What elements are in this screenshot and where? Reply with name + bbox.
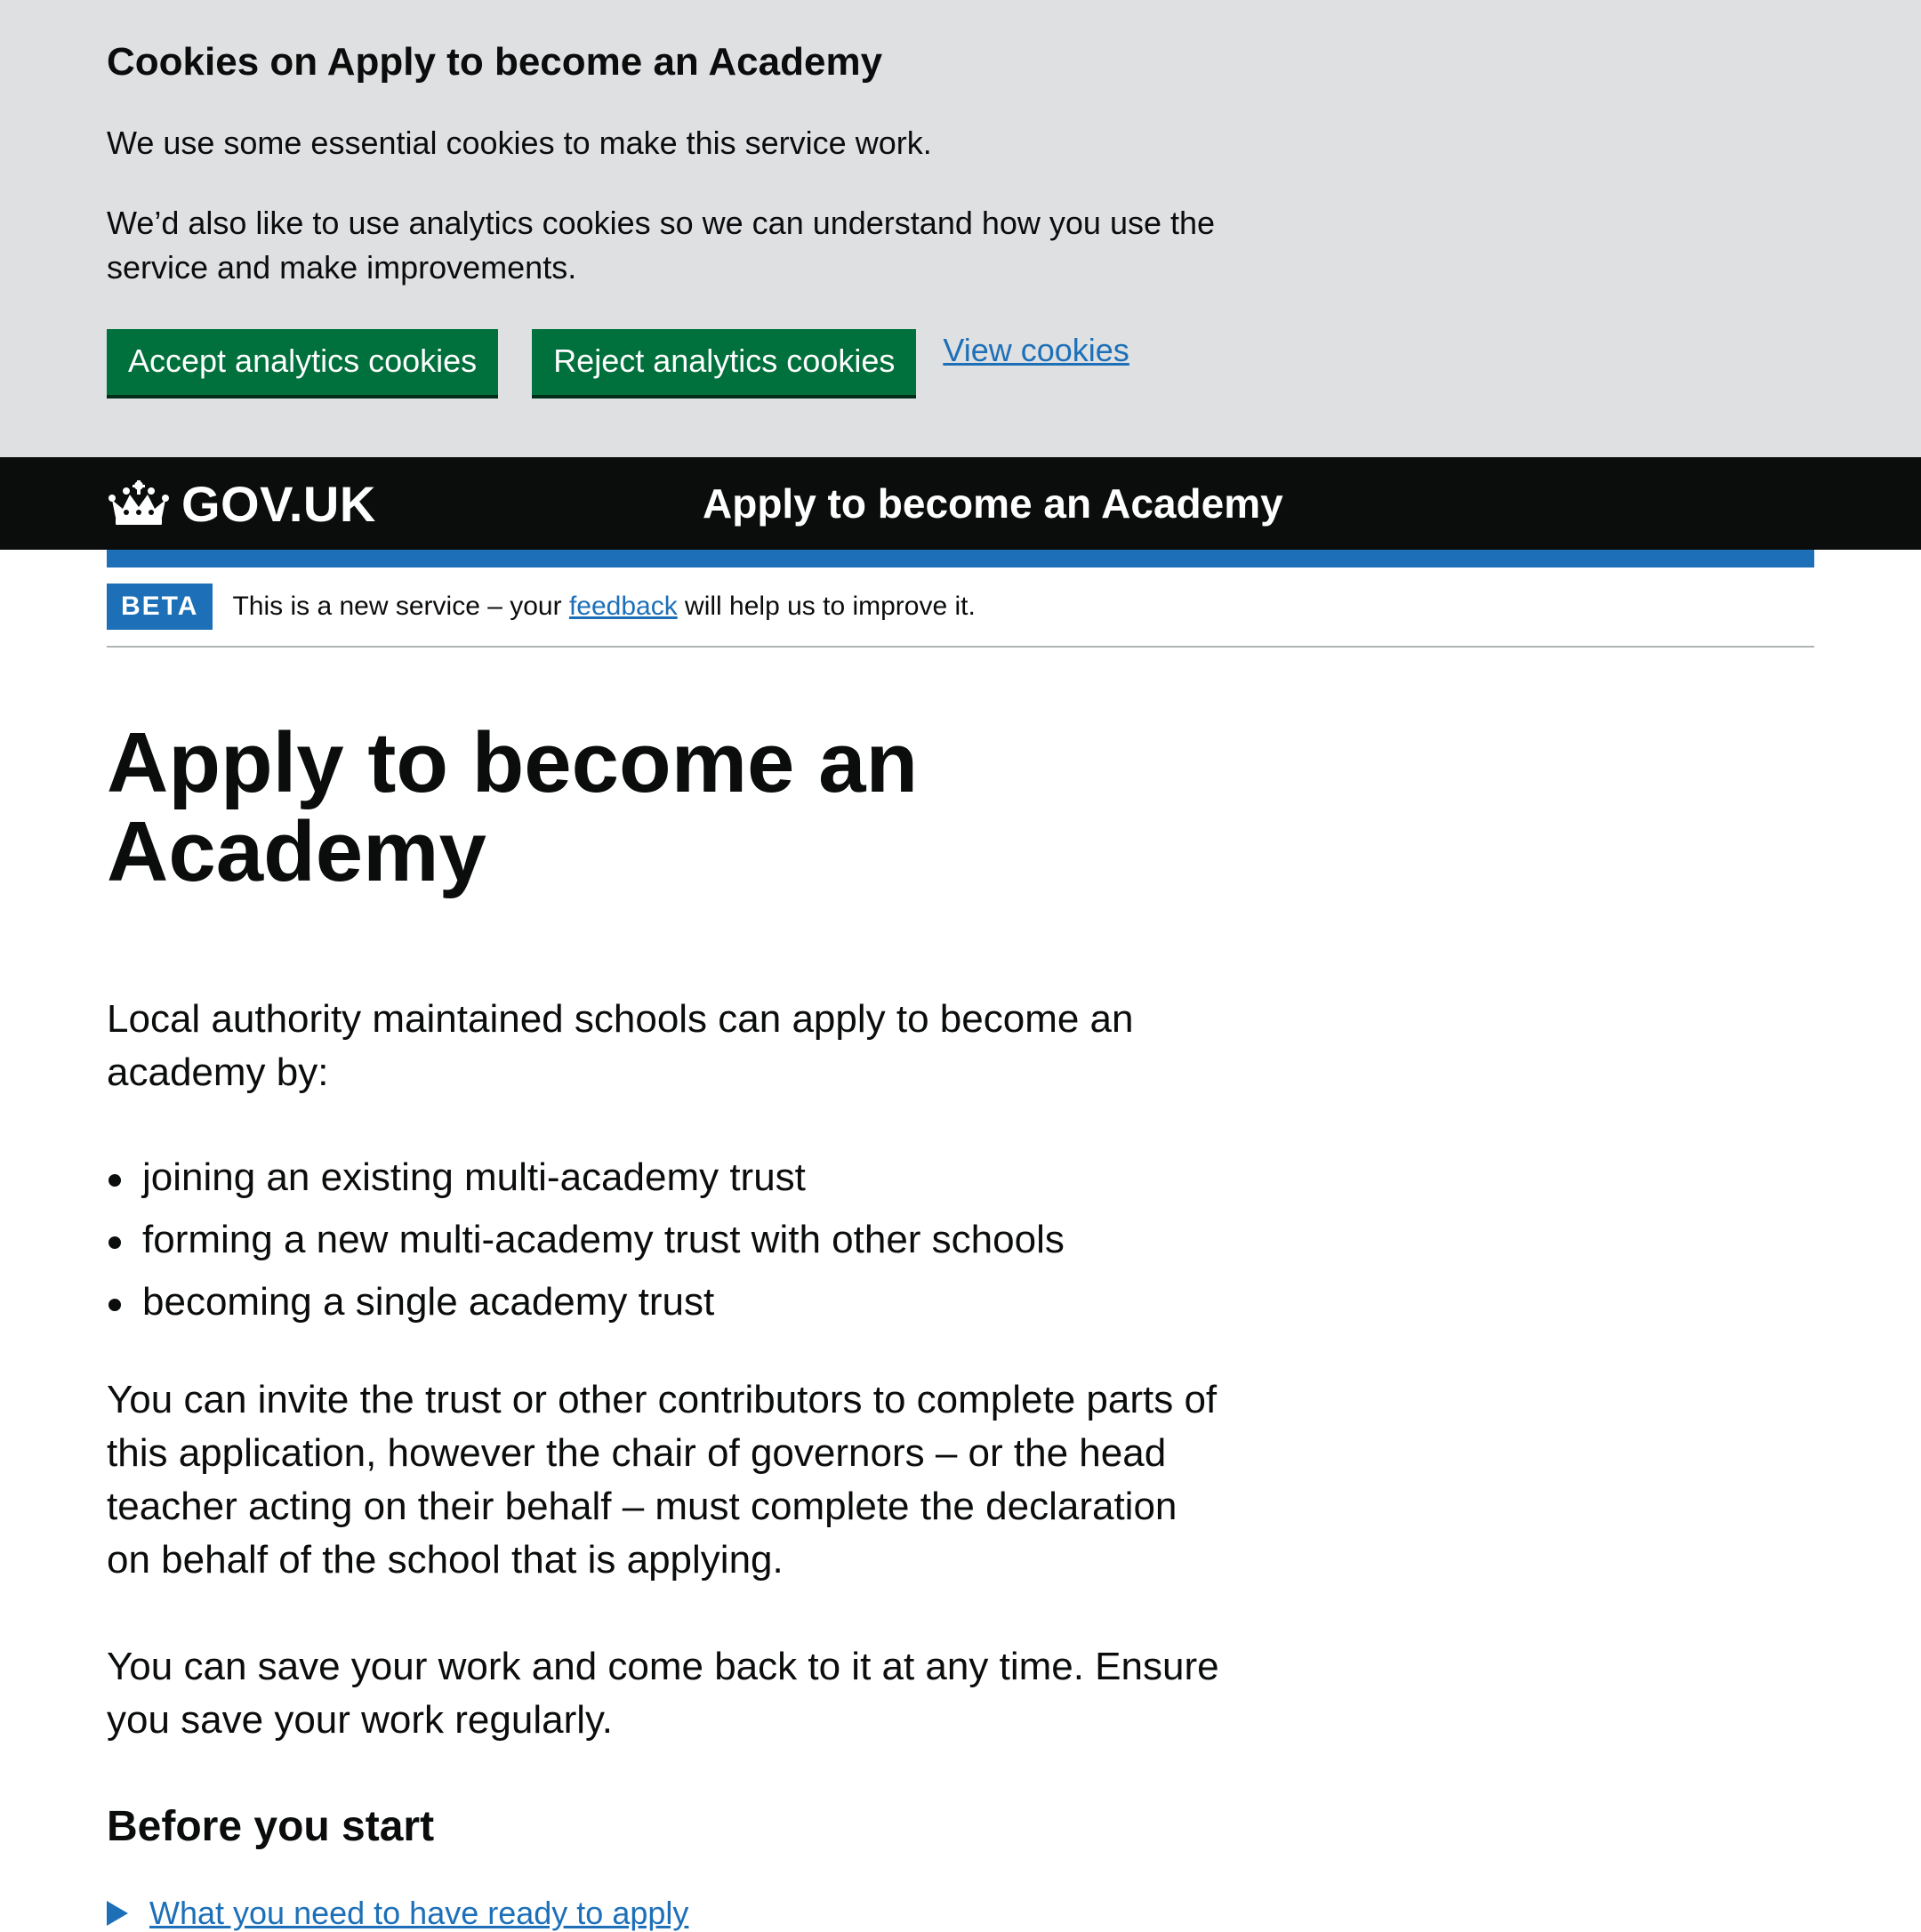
view-cookies-link[interactable]: View cookies bbox=[943, 331, 1129, 370]
cookie-banner-heading: Cookies on Apply to become an Academy bbox=[107, 40, 883, 84]
cookie-banner-essential-text: We use some essential cookies to make th… bbox=[107, 125, 932, 161]
cookie-banner-analytics-text: We’d also like to use analytics cookies … bbox=[107, 205, 1216, 286]
govuk-logo-text: GOV.UK bbox=[181, 475, 376, 532]
list-item: forming a new multi-academy trust with o… bbox=[107, 1213, 1814, 1267]
phase-text-before: This is a new service – your bbox=[232, 592, 569, 621]
site-header: GOV.UK Apply to become an Academy bbox=[0, 457, 1921, 550]
invite-contributors-paragraph: You can invite the trust or other contri… bbox=[107, 1378, 1218, 1582]
lead-paragraph: Local authority maintained schools can a… bbox=[107, 997, 1134, 1094]
feedback-link[interactable]: feedback bbox=[569, 592, 678, 621]
govuk-logo-link[interactable]: GOV.UK bbox=[107, 475, 703, 533]
header-accent-bar bbox=[107, 550, 1814, 568]
before-you-start-heading: Before you start bbox=[107, 1803, 435, 1850]
accept-analytics-cookies-button[interactable]: Accept analytics cookies bbox=[107, 329, 499, 395]
page-title: Apply to become an Academy bbox=[107, 715, 919, 899]
reject-analytics-cookies-button[interactable]: Reject analytics cookies bbox=[532, 329, 917, 395]
phase-text-after: will help us to improve it. bbox=[677, 592, 976, 621]
list-item: joining an existing multi-academy trust bbox=[107, 1151, 1814, 1204]
triangle-right-icon bbox=[107, 1901, 128, 1926]
phase-banner: BETA This is a new service – your feedba… bbox=[107, 568, 1814, 648]
beta-tag: BETA bbox=[107, 584, 213, 630]
details-summary-link[interactable]: What you need to have ready to apply bbox=[149, 1895, 688, 1932]
main-content: Apply to become an Academy Local authori… bbox=[0, 648, 1921, 1932]
details-what-you-need[interactable]: What you need to have ready to apply bbox=[107, 1895, 1814, 1932]
crown-icon bbox=[109, 480, 169, 525]
service-name-link[interactable]: Apply to become an Academy bbox=[703, 479, 1283, 527]
cookie-banner-actions: Accept analytics cookies Reject analytic… bbox=[107, 329, 1814, 395]
cookie-banner: Cookies on Apply to become an Academy We… bbox=[0, 0, 1921, 457]
phase-banner-text: This is a new service – your feedback wi… bbox=[232, 592, 975, 622]
list-item: becoming a single academy trust bbox=[107, 1276, 1814, 1329]
route-list: joining an existing multi-academy trust … bbox=[107, 1151, 1814, 1329]
save-work-paragraph: You can save your work and come back to … bbox=[107, 1645, 1219, 1742]
